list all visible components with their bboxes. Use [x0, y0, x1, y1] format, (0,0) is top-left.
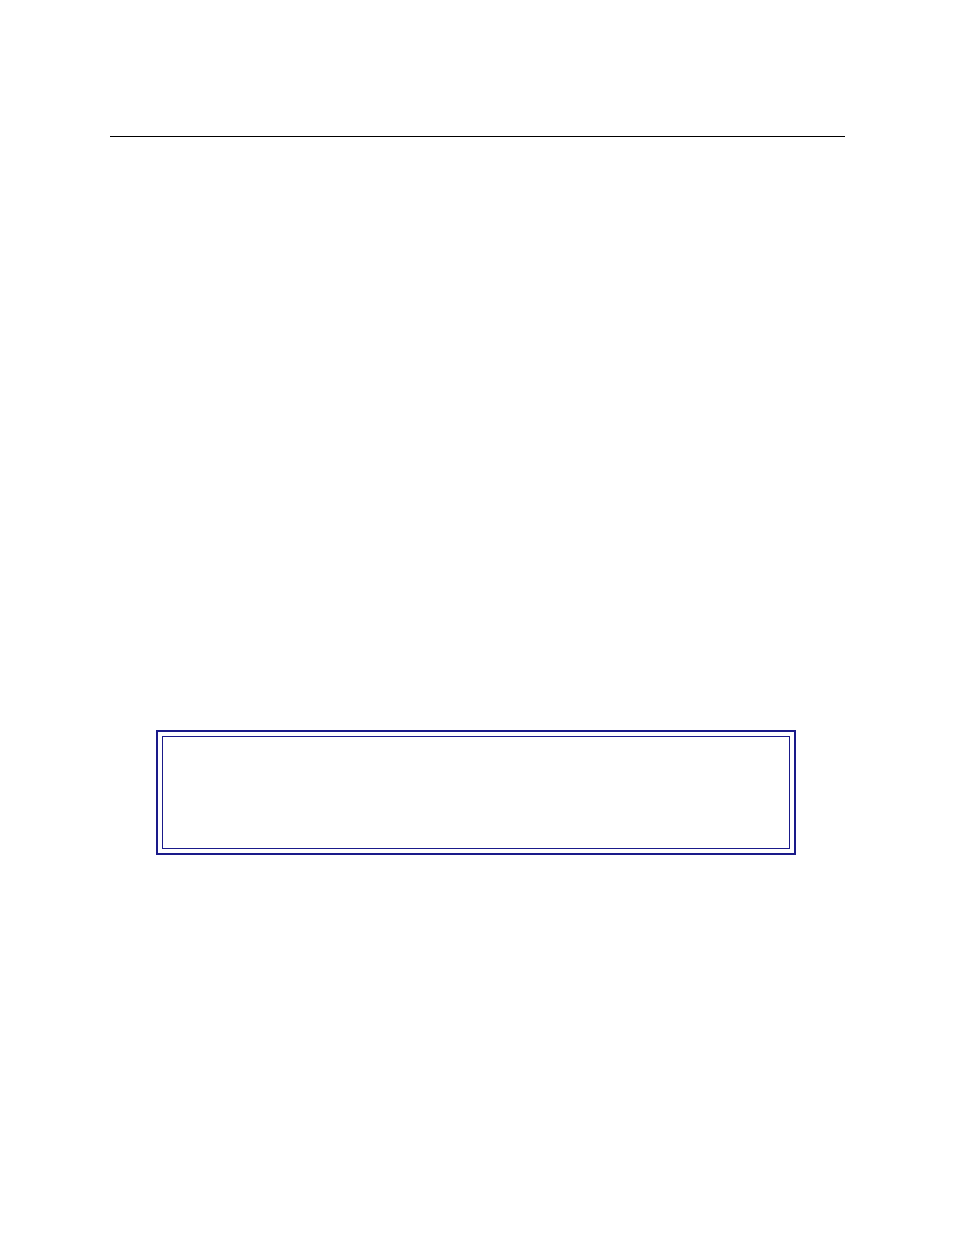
callout-box-inner — [162, 736, 790, 849]
horizontal-rule — [110, 136, 845, 137]
callout-box — [156, 730, 796, 855]
document-page — [0, 0, 954, 1235]
